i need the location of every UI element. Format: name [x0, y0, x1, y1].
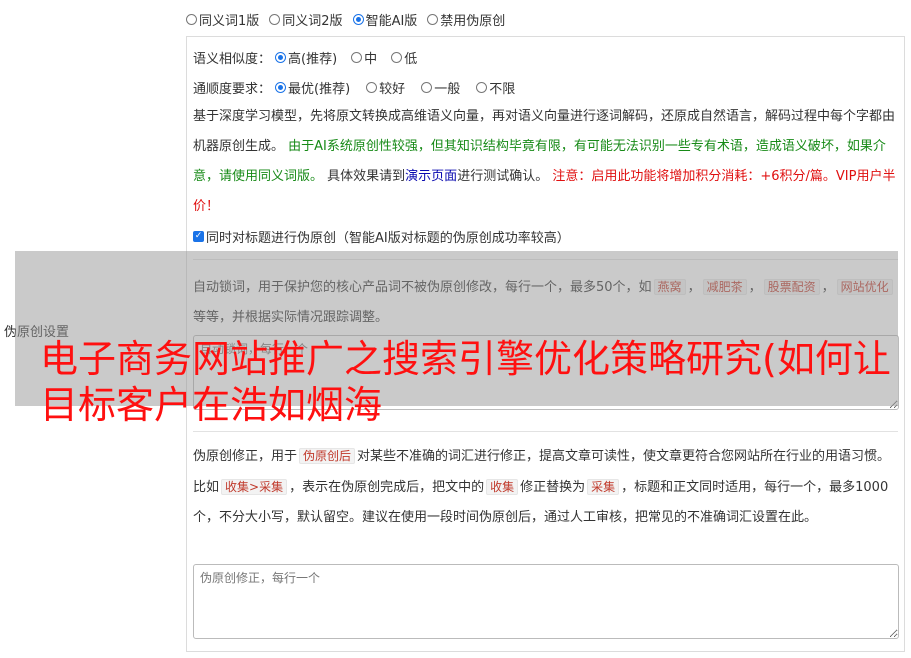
similarity-high[interactable]: 高(推荐) — [275, 48, 337, 67]
mode-option-label: 禁用伪原创 — [440, 13, 506, 29]
separator: ， — [748, 280, 762, 295]
fluency-row: 通顺度要求： 最优(推荐) 较好 一般 不限 — [193, 77, 525, 97]
mode-option-label: 同义词1版 — [199, 13, 260, 29]
title-option-row[interactable]: ✓ 同时对标题进行伪原创（智能AI版对标题的伪原创成功率较高） — [193, 227, 570, 246]
overlay-headline: 电子商务网站推广之搜索引擎优化策略研究(如何让目标客户在浩如烟海 — [40, 337, 891, 427]
correction-text: ，表示在伪原创完成后，把文中的 — [289, 480, 485, 495]
fluency-best[interactable]: 最优(推荐) — [275, 78, 350, 97]
option-label: 不限 — [489, 81, 516, 97]
section-divider — [193, 259, 898, 260]
section-divider — [193, 431, 898, 432]
separator: ， — [821, 280, 835, 295]
correction-input[interactable] — [193, 564, 899, 639]
lock-words-description: 自动锁词，用于保护您的核心产品词不被伪原创修改，每行一个，最多50个，如 燕窝，减… — [193, 272, 898, 333]
correction-text: 修正替换为 — [520, 480, 586, 495]
radio-selected-icon[interactable] — [352, 13, 364, 25]
ai-description: 基于深度学习模型，先将原文转换成高维语义向量，再对语义向量进行逐词解码，还原成自… — [193, 102, 898, 222]
correction-description: 伪原创修正，用于 伪原创后 对某些不准确的词汇进行修正，提高文章可读性，使文章更符合… — [193, 441, 898, 533]
example-tag: 网站优化 — [836, 279, 893, 295]
lock-words-text: 自动锁词，用于保护您的核心产品词不被伪原创修改，每行一个，最多50个，如 — [193, 280, 652, 295]
fluency-normal[interactable]: 一般 — [421, 78, 460, 97]
radio-icon[interactable] — [427, 13, 439, 25]
demo-page-link[interactable]: 演示页面 — [405, 169, 457, 184]
separator: ， — [687, 280, 701, 295]
option-label: 较好 — [379, 81, 406, 97]
lock-words-text: 等等，并根据实际情况跟踪调整。 — [193, 310, 389, 325]
example-tag: 燕窝 — [653, 279, 686, 295]
mode-selector: 同义词1版 同义词2版 智能AI版 禁用伪原创 — [186, 9, 515, 29]
ai-desc-text: 具体效果请到 — [327, 169, 406, 184]
radio-icon[interactable] — [269, 13, 281, 25]
option-label: 最优(推荐) — [288, 81, 351, 97]
similarity-row: 语义相似度： 高(推荐) 中 低 — [193, 47, 427, 67]
fluency-label: 通顺度要求： — [193, 81, 272, 97]
example-tag: 股票配资 — [763, 279, 820, 295]
option-label: 高(推荐) — [288, 51, 338, 67]
mode-option-synonym2[interactable]: 同义词2版 — [269, 10, 343, 29]
radio-selected-icon[interactable] — [275, 81, 287, 93]
mode-option-disable[interactable]: 禁用伪原创 — [427, 10, 505, 29]
mode-option-label: 智能AI版 — [365, 13, 418, 29]
similarity-low[interactable]: 低 — [391, 48, 417, 67]
mode-option-synonym1[interactable]: 同义词1版 — [186, 10, 259, 29]
radio-icon[interactable] — [391, 51, 403, 63]
similarity-medium[interactable]: 中 — [351, 48, 377, 67]
radio-icon[interactable] — [421, 81, 433, 93]
fluency-any[interactable]: 不限 — [476, 78, 515, 97]
title-option-label: 同时对标题进行伪原创（智能AI版对标题的伪原创成功率较高） — [206, 231, 570, 246]
option-label: 低 — [404, 51, 418, 67]
example-tag: 减肥茶 — [702, 279, 747, 295]
checkbox-checked-icon[interactable]: ✓ — [193, 231, 204, 242]
radio-icon[interactable] — [476, 81, 488, 93]
mode-option-label: 同义词2版 — [282, 13, 343, 29]
example-tag: 采集 — [587, 479, 620, 495]
option-label: 中 — [364, 51, 378, 67]
correction-text: 伪原创修正，用于 — [193, 449, 298, 464]
radio-icon[interactable] — [186, 13, 197, 25]
example-tag: 收集 — [486, 479, 519, 495]
mode-option-ai[interactable]: 智能AI版 — [352, 10, 418, 29]
option-label: 一般 — [434, 81, 461, 97]
ai-desc-text: 进行测试确认。 — [457, 169, 549, 184]
example-tag: 伪原创后 — [299, 448, 356, 464]
fluency-good[interactable]: 较好 — [366, 78, 405, 97]
example-tag: 收集>采集 — [221, 479, 288, 495]
radio-icon[interactable] — [366, 81, 378, 93]
radio-selected-icon[interactable] — [275, 51, 287, 63]
similarity-label: 语义相似度： — [193, 51, 272, 67]
radio-icon[interactable] — [351, 51, 363, 63]
